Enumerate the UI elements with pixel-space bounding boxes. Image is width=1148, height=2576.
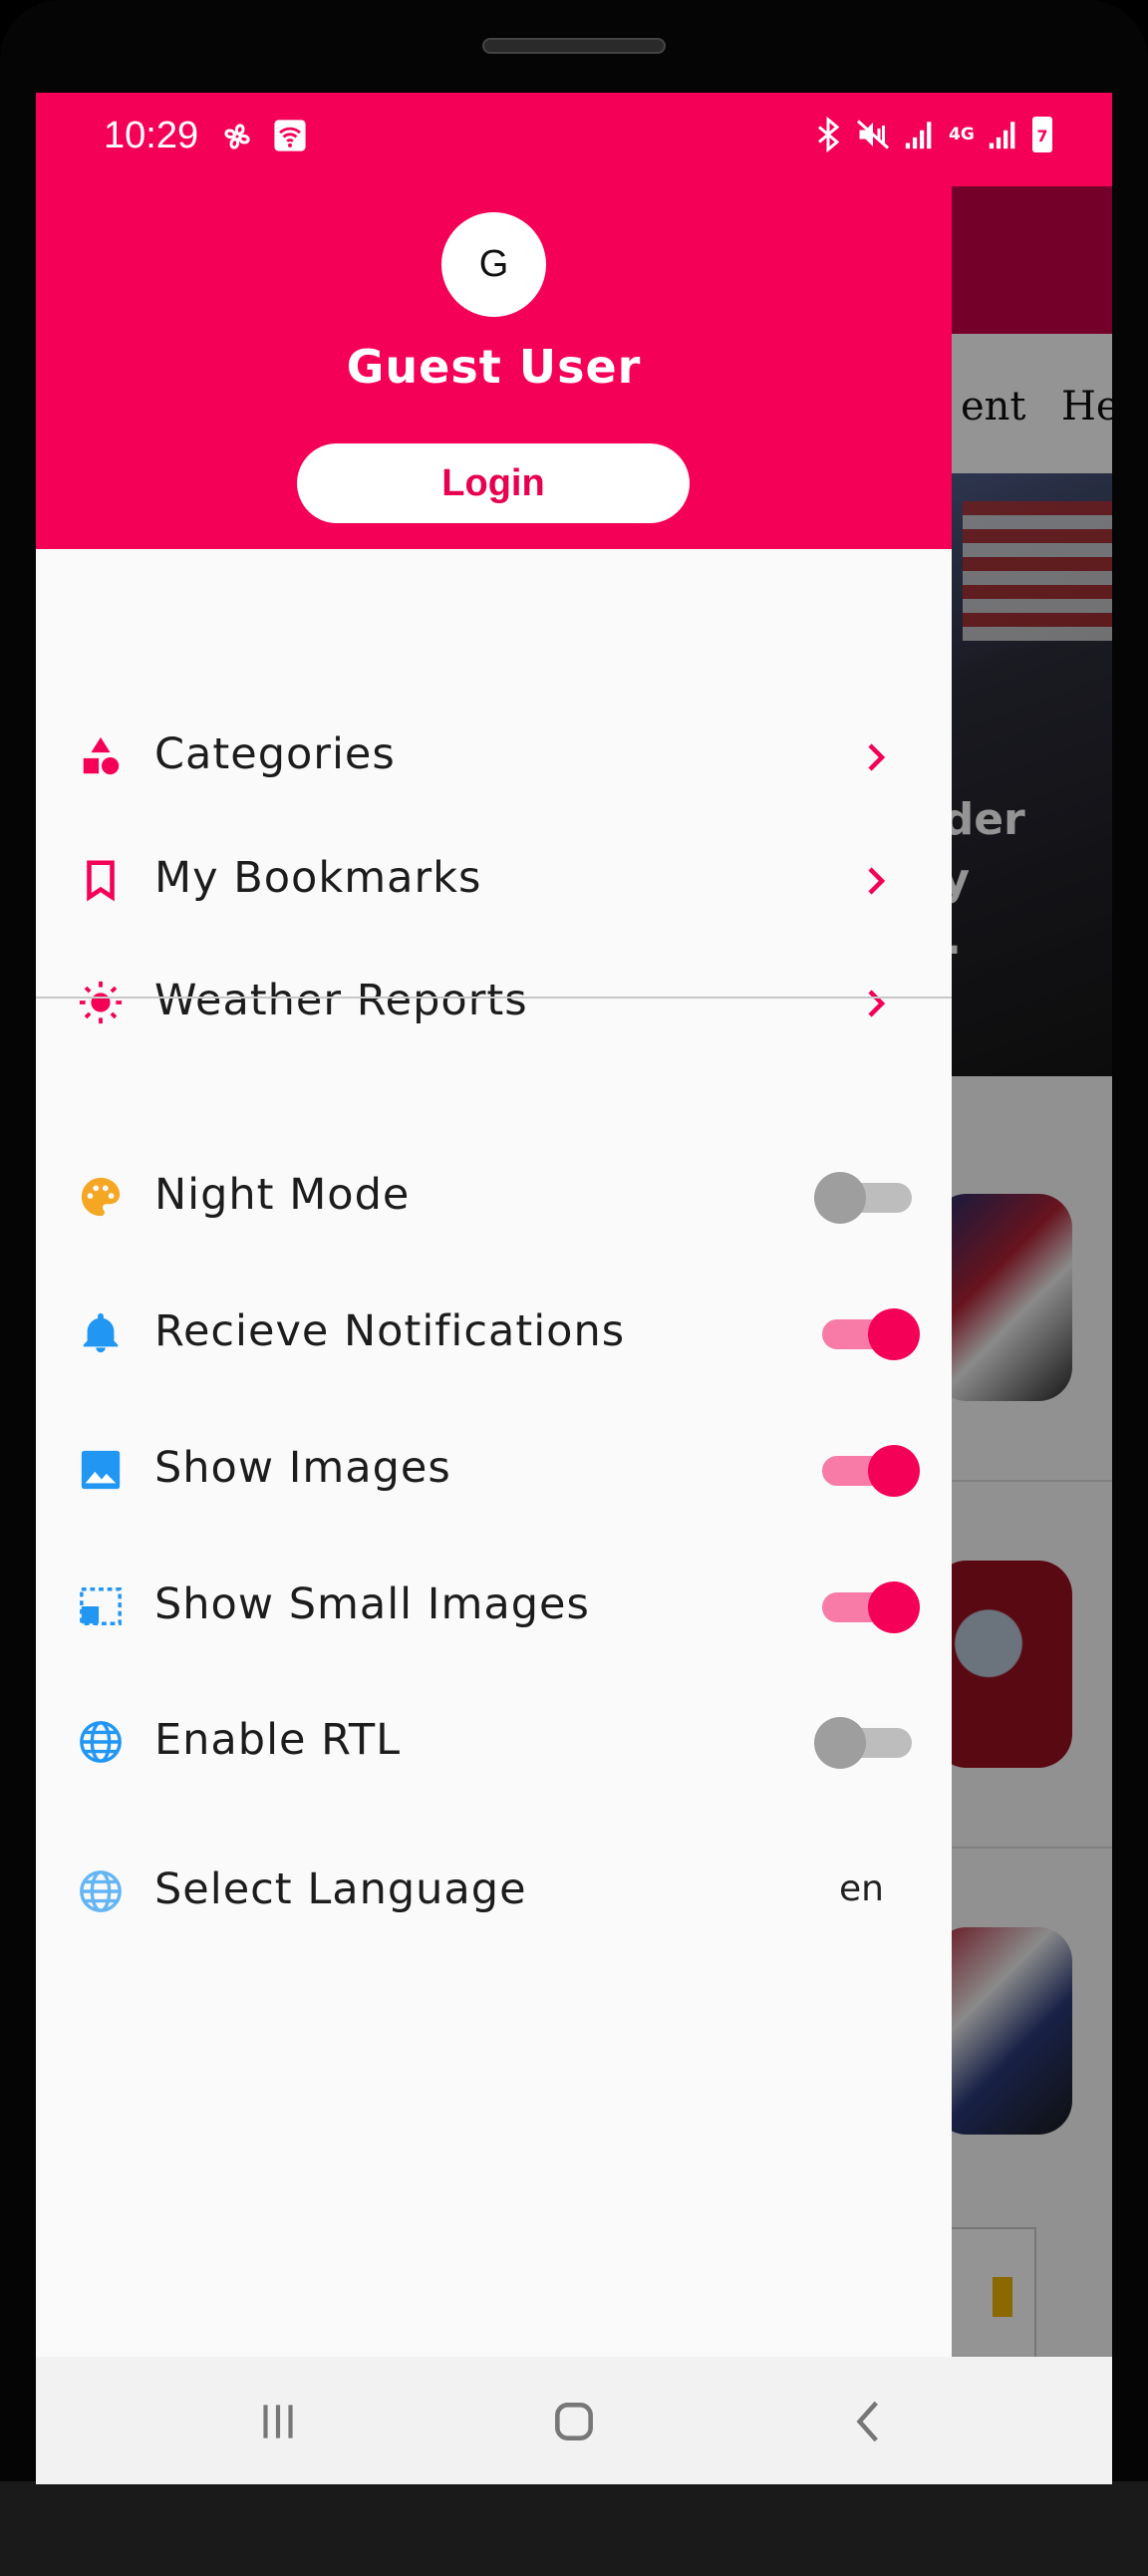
enable-rtl-toggle[interactable] [814,1717,916,1769]
notifications-toggle[interactable] [816,1308,920,1360]
globe-icon [80,1870,122,1912]
night-mode-toggle[interactable] [814,1172,916,1224]
setting-select-language[interactable]: Select Language en [36,1837,952,1946]
phone-speaker [482,38,666,54]
setting-label: Select Language [154,1864,527,1914]
phone-bezel-bottom [0,2481,1148,2576]
setting-notifications: Recieve Notifications [36,1279,952,1388]
back-icon[interactable] [845,2397,895,2446]
image-icon [81,1450,121,1490]
drawer-settings-layer: Night Mode Recieve Notifications Show Im… [36,93,952,2357]
signal-icon [989,122,1015,149]
system-navigation-bar [36,2357,1112,2484]
setting-label: Night Mode [154,1170,411,1220]
palette-icon [81,1177,121,1217]
setting-label: Show Images [154,1443,451,1493]
language-value: en [839,1868,884,1909]
setting-night-mode: Night Mode [36,1142,952,1252]
show-small-images-toggle[interactable] [816,1581,920,1633]
drawer-divider [36,997,952,999]
small-image-icon [80,1587,122,1625]
setting-show-images: Show Images [36,1415,952,1525]
bell-icon [83,1312,119,1353]
setting-label: Recieve Notifications [154,1306,626,1356]
recent-apps-icon[interactable] [253,2397,303,2446]
show-images-toggle[interactable] [816,1445,920,1497]
setting-enable-rtl: Enable RTL [36,1687,952,1797]
setting-label: Show Small Images [154,1579,590,1629]
network-type-label: 4G [949,124,975,144]
battery-level: 7 [1036,127,1048,145]
battery-icon: 7 [1032,117,1052,152]
home-icon[interactable] [549,2397,599,2446]
setting-show-small-images: Show Small Images [36,1552,952,1661]
setting-label: Enable RTL [154,1715,402,1765]
globe-icon [80,1721,122,1763]
